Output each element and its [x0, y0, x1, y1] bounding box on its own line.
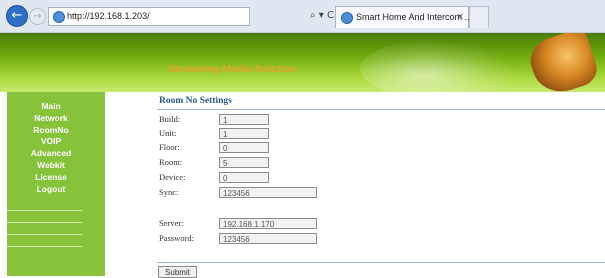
room-field[interactable]: 5	[219, 157, 269, 168]
sidebar-item-license[interactable]: License	[0, 172, 105, 184]
form-divider	[157, 262, 605, 263]
arrow-right-icon: →	[33, 11, 42, 22]
sidebar-item-network[interactable]: Network	[0, 113, 105, 125]
sidebar-item-advanced[interactable]: Advanced	[0, 148, 105, 160]
sync-label: Sync:	[159, 187, 179, 197]
unit-field[interactable]: 1	[219, 128, 269, 139]
sidebar-divider	[7, 234, 83, 235]
server-field[interactable]: 192.168.1.170	[219, 218, 317, 229]
back-button[interactable]: ←	[6, 5, 28, 27]
banner-slogan: Streaming Media Solution	[168, 63, 297, 75]
browser-tab[interactable]: Smart Home And Intercom ... ×	[335, 6, 473, 28]
sidebar-divider	[7, 246, 83, 247]
submit-button[interactable]: Submit	[158, 266, 197, 278]
new-tab-button[interactable]	[469, 6, 489, 28]
tab-close-icon[interactable]: ×	[456, 10, 464, 24]
tab-favicon-icon	[341, 12, 353, 24]
sidebar-divider	[7, 222, 83, 223]
build-field[interactable]: 1	[219, 114, 269, 125]
unit-label: Unit:	[159, 128, 177, 138]
site-favicon-icon	[53, 11, 65, 23]
device-label: Device:	[159, 172, 186, 182]
sidebar-item-main[interactable]: Main	[0, 101, 105, 113]
url-text: http://192.168.1.203/	[67, 11, 150, 21]
sidebar-item-voip[interactable]: VOIP	[0, 136, 105, 148]
floor-label: Floor:	[159, 142, 180, 152]
tab-title: Smart Home And Intercom ...	[356, 12, 473, 22]
browser-toolbar: ← → http://192.168.1.203/ ⌕ ▾ C Smart Ho…	[0, 0, 605, 33]
sidebar: Main Network RoomNo VOIP Advanced Webkit…	[7, 92, 105, 276]
password-field[interactable]: 123456	[219, 233, 317, 244]
password-label: Password:	[159, 233, 194, 243]
device-field[interactable]: 0	[219, 172, 269, 183]
sidebar-divider	[7, 210, 83, 211]
room-label: Room:	[159, 157, 183, 167]
floor-field[interactable]: 0	[219, 142, 269, 153]
forward-button[interactable]: →	[29, 8, 46, 25]
build-label: Build:	[159, 114, 181, 124]
sidebar-item-logout[interactable]: Logout	[0, 184, 105, 196]
sidebar-item-roomno[interactable]: RoomNo	[0, 125, 105, 137]
sidebar-menu: Main Network RoomNo VOIP Advanced Webkit…	[7, 101, 105, 195]
header-banner: Streaming Media Solution	[0, 33, 605, 92]
address-bar[interactable]: http://192.168.1.203/	[48, 7, 250, 26]
address-tools[interactable]: ⌕ ▾ C	[310, 7, 334, 24]
main-content: Room No Settings Build: 1 Unit: 1 Floor:…	[157, 92, 605, 278]
banner-wave-graphic	[360, 39, 520, 92]
banner-device-image	[524, 33, 602, 92]
server-label: Server:	[159, 218, 184, 228]
page-title: Room No Settings	[159, 96, 232, 106]
arrow-left-icon: ←	[11, 8, 23, 23]
sync-field[interactable]: 123456	[219, 187, 317, 198]
sidebar-item-webkit[interactable]: Webkit	[0, 160, 105, 172]
title-divider	[157, 109, 605, 110]
